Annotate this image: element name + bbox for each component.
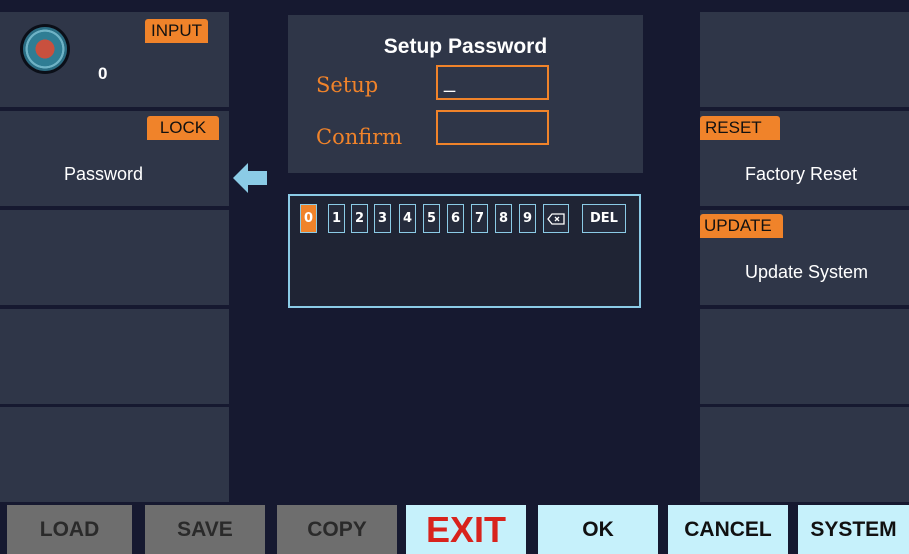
save-button[interactable]: SAVE: [145, 505, 265, 554]
key-8[interactable]: 8: [495, 204, 512, 233]
right-panel-empty-4[interactable]: [700, 309, 909, 404]
key-0[interactable]: 0: [300, 204, 317, 233]
key-9[interactable]: 9: [519, 204, 536, 233]
copy-button[interactable]: COPY: [277, 505, 397, 554]
input-tag: INPUT: [145, 19, 208, 43]
key-3[interactable]: 3: [374, 204, 391, 233]
confirm-label: Confirm: [316, 125, 403, 149]
arrow-left-icon: [233, 163, 267, 193]
right-panel-empty-1[interactable]: [700, 12, 909, 107]
left-panel-empty-4[interactable]: [0, 309, 229, 404]
knob-value: 0: [98, 64, 108, 83]
setup-field[interactable]: _: [436, 65, 549, 100]
left-panel-empty-5[interactable]: [0, 407, 229, 502]
key-4[interactable]: 4: [399, 204, 416, 233]
system-button[interactable]: SYSTEM: [798, 505, 909, 554]
lock-tag: LOCK: [147, 116, 219, 140]
confirm-field[interactable]: [436, 110, 549, 145]
dialog-title: Setup Password: [383, 35, 548, 58]
knob-icon[interactable]: [23, 27, 67, 71]
keypad: 0 1 2 3 4 5 6 7 8 9 DEL: [288, 194, 641, 308]
key-6[interactable]: 6: [447, 204, 464, 233]
del-key[interactable]: DEL: [582, 204, 626, 233]
password-label: Password: [64, 164, 144, 184]
right-panel-empty-5[interactable]: [700, 407, 909, 502]
setup-password-dialog: Setup Password Setup _ Confirm: [288, 15, 643, 173]
cancel-button[interactable]: CANCEL: [668, 505, 788, 554]
exit-button[interactable]: EXIT: [406, 505, 526, 554]
key-7[interactable]: 7: [471, 204, 488, 233]
setup-label: Setup: [316, 73, 379, 97]
left-panel-empty-3[interactable]: [0, 210, 229, 305]
key-5[interactable]: 5: [423, 204, 440, 233]
reset-tag: RESET: [700, 116, 780, 140]
update-system-label: Update System: [745, 262, 869, 282]
load-button[interactable]: LOAD: [7, 505, 132, 554]
key-2[interactable]: 2: [351, 204, 368, 233]
backspace-icon[interactable]: [543, 204, 569, 233]
key-1[interactable]: 1: [328, 204, 345, 233]
ok-button[interactable]: OK: [538, 505, 658, 554]
factory-reset-label: Factory Reset: [745, 164, 858, 184]
update-tag: UPDATE: [700, 214, 783, 238]
